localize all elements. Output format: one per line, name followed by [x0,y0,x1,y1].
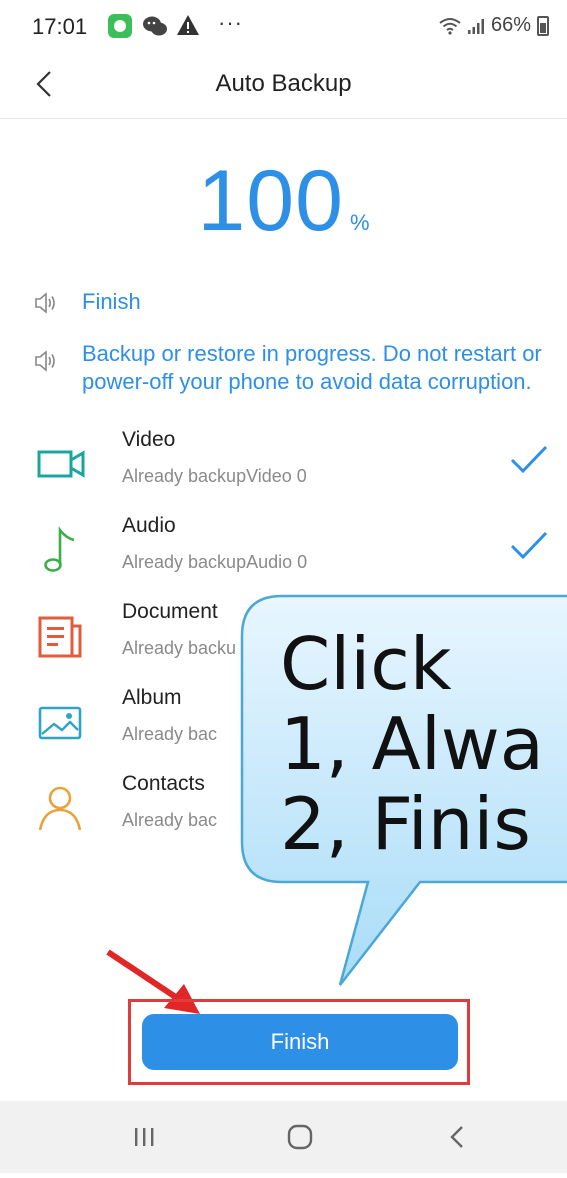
status-time: 17:01 [32,14,88,39]
album-icon [38,706,82,740]
list-item-document[interactable]: Document Already backu [0,600,567,686]
list-item-album[interactable]: Album Already bac [0,686,567,772]
system-back-button[interactable] [428,1117,488,1157]
progress-display: 100% [0,152,567,251]
page-title: Auto Backup [215,70,352,97]
item-name: Video [122,428,176,451]
item-status: Already bac [122,724,218,744]
progress-unit: % [349,210,370,235]
contacts-icon [38,786,82,831]
list-item-audio[interactable]: Audio Already backupAudio 0 [0,514,567,600]
music-note-icon [44,526,75,572]
home-button[interactable] [270,1117,330,1157]
wechat-icon [142,14,167,38]
check-icon [510,531,548,560]
home-icon [287,1124,313,1150]
signal-icon [467,18,484,34]
notice-text: Finish [82,289,141,314]
system-nav-bar [0,1101,567,1173]
item-name: Document [122,600,218,623]
item-status: Already backupAudio 0 [122,552,308,572]
finish-button[interactable]: Finish [142,1014,458,1070]
notice-warning: Backup or restore in progress. Do not re… [30,340,550,396]
item-name: Album [122,686,182,709]
document-icon [38,616,82,658]
video-icon [37,450,85,478]
item-status: Already backupVideo 0 [122,466,307,486]
notice-text: Backup or restore in progress. Do not re… [82,341,542,394]
recent-apps-icon [135,1128,154,1146]
back-icon [450,1126,463,1148]
item-status: Already bac [122,810,218,830]
speaker-icon [35,350,55,372]
item-name: Audio [122,514,176,537]
status-bar: 17:01 ··· 66% [0,0,567,56]
recent-apps-button[interactable] [114,1117,174,1157]
check-icon [510,445,548,474]
wifi-icon [439,17,461,35]
list-item-contacts[interactable]: Contacts Already bac [0,772,567,858]
notice-finish: Finish [30,288,550,318]
status-right: 66% [439,14,549,37]
warning-icon [176,14,200,38]
header: Auto Backup [0,56,567,119]
more-notifications-icon: ··· [218,10,243,35]
battery-percent: 66% [490,14,531,36]
item-status: Already backu [122,638,237,658]
app-notification-icon [108,14,132,38]
speaker-icon [35,292,55,314]
progress-value: 100 [197,153,344,249]
item-name: Contacts [122,772,205,795]
list-item-video[interactable]: Video Already backupVideo 0 [0,428,567,514]
battery-icon [537,15,549,36]
